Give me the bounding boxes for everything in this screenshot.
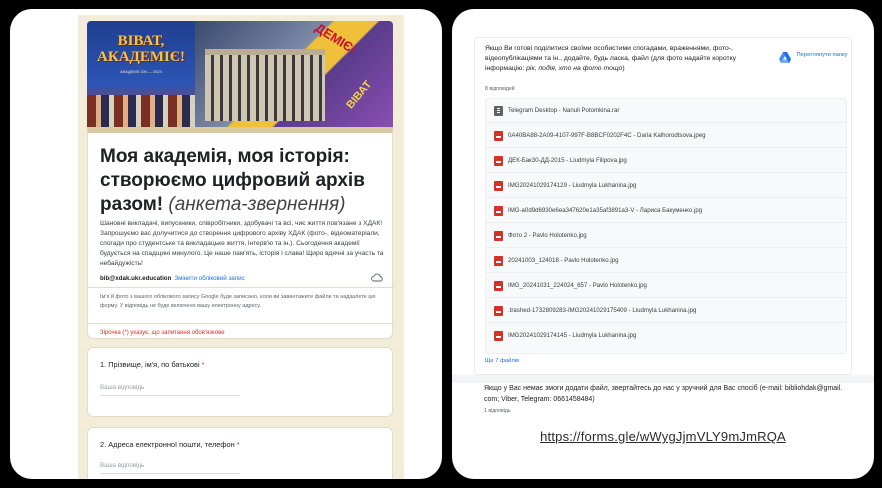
file-name: ДЕК-Бак30-ДД-2015 - Liudmyla Filipova.jp…	[508, 157, 627, 164]
divider	[88, 323, 394, 324]
banner-subtitle: АКАДЕМІЇ 105 — 2024	[120, 69, 162, 74]
image-file-icon	[494, 181, 503, 191]
file-name: IMG20241029174129 - Liudmyla Lukhanina.j…	[508, 182, 637, 189]
upload-question-italic: рік, подія, хто на фото тощо	[526, 65, 623, 72]
cloud-icon	[371, 273, 383, 282]
form-title-italic: (анкета-звернення)	[168, 194, 346, 215]
file-row[interactable]: IMG-a0d9d6930e6ea347620e1a35af3891a3-V -…	[486, 199, 848, 223]
image-file-icon	[494, 331, 503, 341]
google-form: ВІВАТ, АКАДЕМІЄ! АКАДЕМІЇ 105 — 2024 ДЕМ…	[78, 15, 404, 479]
banner-people-photo	[87, 95, 195, 127]
file-name: IMG_20241031_224024_657 - Pavlo Holotenk…	[508, 282, 647, 289]
file-row[interactable]: 0A40BA88-2A09-4107-997F-B8BCF0202F4C - D…	[486, 124, 848, 148]
file-row[interactable]: Фото 2 - Pavlo Holotenko.jpg	[486, 224, 848, 248]
switch-account-link[interactable]: Змінити обліковий запис	[174, 275, 244, 282]
question-card-name: 1. Прізвище, ім'я, по батькові * Ваша ві…	[87, 347, 393, 417]
file-row[interactable]: ДЕК-Бак30-ДД-2015 - Liudmyla Filipova.jp…	[486, 149, 848, 173]
image-file-icon	[494, 306, 503, 316]
account-email: bib@xdak.ukr.education	[100, 275, 172, 282]
image-file-icon	[494, 231, 503, 241]
contact-input[interactable]: Ваша відповідь	[100, 462, 240, 474]
responses-screenshot-card: Якщо Ви готові поділитися своїми особист…	[452, 9, 874, 479]
divider	[88, 287, 394, 288]
required-note: Зірочка (*) указує, що запитання обов'яз…	[100, 330, 225, 336]
file-list: Telegram Desktop - Nanuli Potomkina.rar …	[485, 98, 848, 354]
file-name: 0A40BA88-2A09-4107-997F-B8BCF0202F4C - D…	[508, 132, 706, 139]
image-file-icon	[494, 281, 503, 291]
image-file-icon	[494, 256, 503, 266]
file-row[interactable]: .trashed-1732809283-IMG20241029175409 - …	[486, 299, 848, 323]
account-row: bib@xdak.ukr.education Змінити обліковий …	[100, 275, 245, 282]
file-row[interactable]: IMG_20241031_224024_657 - Pavlo Holotenk…	[486, 274, 848, 298]
banner-title: ВІВАТ, АКАДЕМІЄ!	[96, 33, 186, 65]
contact-responses: Якщо у Вас немає змоги додати файл, звер…	[474, 383, 852, 425]
form-description: Шановні викладачі, випускники, співробіт…	[100, 220, 384, 267]
image-file-icon	[494, 156, 503, 166]
form-url-link[interactable]: https://forms.gle/wWygJjmVLY9mJmRQA	[512, 429, 814, 444]
google-drive-icon	[779, 52, 791, 63]
question-label: 2. Адреса електронної пошти, телефон *	[100, 440, 240, 449]
image-file-icon	[494, 131, 503, 141]
required-star: *	[201, 360, 205, 369]
upload-question-text: Якщо Ви готові поділитися своїми особист…	[485, 45, 737, 72]
more-files-link[interactable]: Ще 7 файлів	[485, 358, 519, 364]
image-file-icon	[494, 206, 503, 216]
file-upload-responses: Якщо Ви готові поділитися своїми особист…	[474, 37, 852, 375]
form-header-card: Моя академія, моя історія: створюємо циф…	[87, 127, 394, 339]
banner-poster: ВІВАТ, АКАДЕМІЄ! АКАДЕМІЇ 105 — 2024	[87, 21, 195, 127]
file-name: 20241003_124018 - Pavlo Holotenko.jpg	[508, 257, 619, 264]
file-row[interactable]: 20241003_124018 - Pavlo Holotenko.jpg	[486, 249, 848, 273]
form-screenshot-card: ВІВАТ, АКАДЕМІЄ! АКАДЕМІЇ 105 — 2024 ДЕМ…	[10, 9, 442, 479]
file-row[interactable]: IMG20241029174145 - Liudmyla Lukhanina.j…	[486, 324, 848, 348]
question-card-contact: 2. Адреса електронної пошти, телефон * В…	[87, 427, 393, 479]
name-input[interactable]: Ваша відповідь	[100, 384, 240, 396]
file-name: Telegram Desktop - Nanuli Potomkina.rar	[508, 107, 620, 114]
archive-file-icon	[494, 106, 503, 116]
privacy-note: Ім'я й фото з вашого облікового запису G…	[100, 294, 376, 309]
file-name: .trashed-1732809283-IMG20241029175409 - …	[508, 307, 697, 314]
section-divider	[452, 375, 874, 383]
required-star: *	[236, 440, 240, 449]
form-title: Моя академія, моя історія: створюємо циф…	[100, 146, 365, 215]
file-name: Фото 2 - Pavlo Holotenko.jpg	[508, 232, 587, 239]
contact-question-text: Якщо у Вас немає змоги додати файл, звер…	[484, 385, 843, 403]
response-count: 1 відповідь	[484, 408, 511, 414]
file-name: IMG-a0d9d6930e6ea347620e1a35af3891a3-V -…	[508, 207, 703, 214]
file-row[interactable]: IMG20241029174129 - Liudmyla Lukhanina.j…	[486, 174, 848, 198]
response-count: 8 відповідей	[485, 86, 515, 92]
view-folder-link[interactable]: Переглянути папку	[793, 48, 851, 62]
academy-building-image	[205, 49, 325, 121]
file-name: IMG20241029174145 - Liudmyla Lukhanina.j…	[508, 332, 637, 339]
form-banner: ВІВАТ, АКАДЕМІЄ! АКАДЕМІЇ 105 — 2024 ДЕМ…	[87, 21, 393, 127]
question-label: 1. Прізвище, ім'я, по батькові *	[100, 360, 205, 369]
file-row[interactable]: Telegram Desktop - Nanuli Potomkina.rar	[486, 99, 848, 123]
